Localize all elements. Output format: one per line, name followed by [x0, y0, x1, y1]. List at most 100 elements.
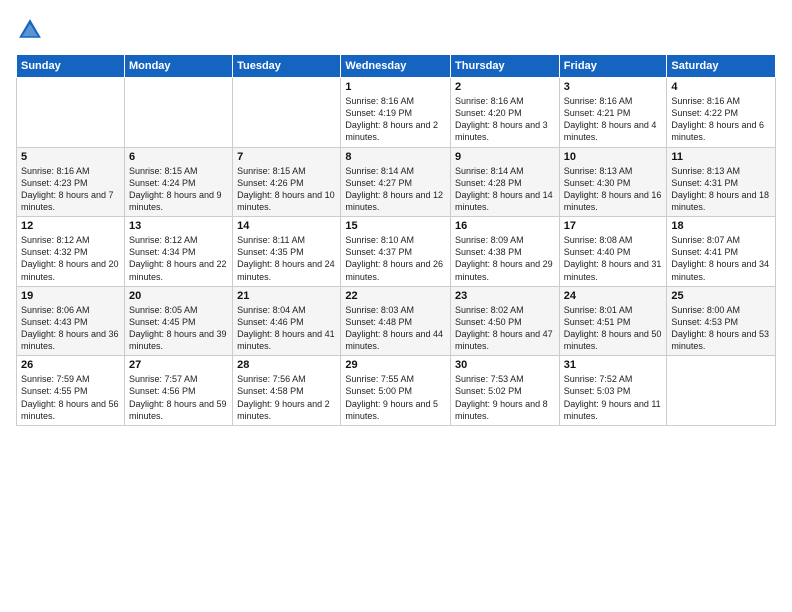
day-number: 31	[564, 359, 663, 371]
calendar-cell: 31 Sunrise: 7:52 AM Sunset: 5:03 PM Dayli…	[559, 356, 667, 426]
day-number: 26	[21, 359, 120, 371]
weekday-header: Saturday	[667, 55, 776, 78]
calendar-cell: 9 Sunrise: 8:14 AM Sunset: 4:28 PM Daylig…	[451, 147, 560, 217]
logo-icon	[16, 16, 44, 44]
day-info: Sunrise: 8:13 AM Sunset: 4:30 PM Dayligh…	[564, 165, 663, 214]
calendar-cell: 15 Sunrise: 8:10 AM Sunset: 4:37 PM Dayli…	[341, 217, 451, 287]
calendar-week-row: 12 Sunrise: 8:12 AM Sunset: 4:32 PM Dayli…	[17, 217, 776, 287]
day-number: 17	[564, 220, 663, 232]
day-number: 12	[21, 220, 120, 232]
calendar-cell: 25 Sunrise: 8:00 AM Sunset: 4:53 PM Dayli…	[667, 286, 776, 356]
day-number: 22	[345, 290, 446, 302]
day-info: Sunrise: 7:53 AM Sunset: 5:02 PM Dayligh…	[455, 373, 555, 422]
calendar-cell: 5 Sunrise: 8:16 AM Sunset: 4:23 PM Daylig…	[17, 147, 125, 217]
calendar-cell: 20 Sunrise: 8:05 AM Sunset: 4:45 PM Dayli…	[124, 286, 232, 356]
day-info: Sunrise: 8:01 AM Sunset: 4:51 PM Dayligh…	[564, 304, 663, 353]
day-info: Sunrise: 8:12 AM Sunset: 4:34 PM Dayligh…	[129, 234, 228, 283]
calendar-cell: 6 Sunrise: 8:15 AM Sunset: 4:24 PM Daylig…	[124, 147, 232, 217]
day-info: Sunrise: 8:16 AM Sunset: 4:21 PM Dayligh…	[564, 95, 663, 144]
day-info: Sunrise: 8:12 AM Sunset: 4:32 PM Dayligh…	[21, 234, 120, 283]
weekday-header: Wednesday	[341, 55, 451, 78]
day-number: 29	[345, 359, 446, 371]
calendar-cell: 8 Sunrise: 8:14 AM Sunset: 4:27 PM Daylig…	[341, 147, 451, 217]
calendar-cell: 14 Sunrise: 8:11 AM Sunset: 4:35 PM Dayli…	[233, 217, 341, 287]
calendar-cell: 29Sunrise: 7:55 AM Sunset: 5:00 PM Dayli…	[341, 356, 451, 426]
page: SundayMondayTuesdayWednesdayThursdayFrid…	[0, 0, 792, 612]
calendar-cell: 24 Sunrise: 8:01 AM Sunset: 4:51 PM Dayli…	[559, 286, 667, 356]
day-number: 15	[345, 220, 446, 232]
calendar-week-row: 26 Sunrise: 7:59 AM Sunset: 4:55 PM Dayli…	[17, 356, 776, 426]
day-info: Sunrise: 8:09 AM Sunset: 4:38 PM Dayligh…	[455, 234, 555, 283]
calendar-cell: 28 Sunrise: 7:56 AM Sunset: 4:58 PM Dayli…	[233, 356, 341, 426]
day-number: 16	[455, 220, 555, 232]
day-info: Sunrise: 8:08 AM Sunset: 4:40 PM Dayligh…	[564, 234, 663, 283]
day-number: 6	[129, 151, 228, 163]
calendar-cell: 3 Sunrise: 8:16 AM Sunset: 4:21 PM Daylig…	[559, 78, 667, 148]
day-number: 5	[21, 151, 120, 163]
day-info: Sunrise: 7:59 AM Sunset: 4:55 PM Dayligh…	[21, 373, 120, 422]
header	[16, 16, 776, 44]
day-number: 25	[671, 290, 771, 302]
weekday-header: Friday	[559, 55, 667, 78]
weekday-header: Tuesday	[233, 55, 341, 78]
weekday-header: Monday	[124, 55, 232, 78]
day-info: Sunrise: 7:52 AM Sunset: 5:03 PM Dayligh…	[564, 373, 663, 422]
day-number: 7	[237, 151, 336, 163]
day-number: 20	[129, 290, 228, 302]
calendar-cell: 21Sunrise: 8:04 AM Sunset: 4:46 PM Dayli…	[233, 286, 341, 356]
calendar-cell: 19Sunrise: 8:06 AM Sunset: 4:43 PM Dayli…	[17, 286, 125, 356]
day-info: Sunrise: 8:07 AM Sunset: 4:41 PM Dayligh…	[671, 234, 771, 283]
calendar-cell: 12 Sunrise: 8:12 AM Sunset: 4:32 PM Dayli…	[17, 217, 125, 287]
day-info: Sunrise: 8:14 AM Sunset: 4:27 PM Dayligh…	[345, 165, 446, 214]
day-number: 14	[237, 220, 336, 232]
calendar-cell: 7 Sunrise: 8:15 AM Sunset: 4:26 PM Daylig…	[233, 147, 341, 217]
calendar-cell: 1Sunrise: 8:16 AM Sunset: 4:19 PM Daylig…	[341, 78, 451, 148]
day-number: 18	[671, 220, 771, 232]
logo	[16, 16, 48, 44]
day-info: Sunrise: 8:16 AM Sunset: 4:20 PM Dayligh…	[455, 95, 555, 144]
calendar-cell: 22 Sunrise: 8:03 AM Sunset: 4:48 PM Dayli…	[341, 286, 451, 356]
calendar-cell	[233, 78, 341, 148]
day-info: Sunrise: 8:10 AM Sunset: 4:37 PM Dayligh…	[345, 234, 446, 283]
day-number: 1	[345, 81, 446, 93]
calendar-cell: 2Sunrise: 8:16 AM Sunset: 4:20 PM Daylig…	[451, 78, 560, 148]
calendar-cell: 30 Sunrise: 7:53 AM Sunset: 5:02 PM Dayli…	[451, 356, 560, 426]
day-info: Sunrise: 8:05 AM Sunset: 4:45 PM Dayligh…	[129, 304, 228, 353]
day-info: Sunrise: 8:13 AM Sunset: 4:31 PM Dayligh…	[671, 165, 771, 214]
calendar-cell: 10Sunrise: 8:13 AM Sunset: 4:30 PM Dayli…	[559, 147, 667, 217]
day-info: Sunrise: 8:15 AM Sunset: 4:26 PM Dayligh…	[237, 165, 336, 214]
day-number: 30	[455, 359, 555, 371]
day-info: Sunrise: 8:03 AM Sunset: 4:48 PM Dayligh…	[345, 304, 446, 353]
calendar-body: 1Sunrise: 8:16 AM Sunset: 4:19 PM Daylig…	[17, 78, 776, 426]
calendar-week-row: 19Sunrise: 8:06 AM Sunset: 4:43 PM Dayli…	[17, 286, 776, 356]
day-info: Sunrise: 8:14 AM Sunset: 4:28 PM Dayligh…	[455, 165, 555, 214]
day-number: 8	[345, 151, 446, 163]
day-number: 4	[671, 81, 771, 93]
calendar-cell: 11 Sunrise: 8:13 AM Sunset: 4:31 PM Dayli…	[667, 147, 776, 217]
day-number: 9	[455, 151, 555, 163]
day-info: Sunrise: 7:56 AM Sunset: 4:58 PM Dayligh…	[237, 373, 336, 422]
calendar-cell	[124, 78, 232, 148]
day-number: 3	[564, 81, 663, 93]
day-info: Sunrise: 8:00 AM Sunset: 4:53 PM Dayligh…	[671, 304, 771, 353]
day-info: Sunrise: 8:11 AM Sunset: 4:35 PM Dayligh…	[237, 234, 336, 283]
day-info: Sunrise: 8:16 AM Sunset: 4:22 PM Dayligh…	[671, 95, 771, 144]
calendar-cell: 26 Sunrise: 7:59 AM Sunset: 4:55 PM Dayli…	[17, 356, 125, 426]
calendar-week-row: 1Sunrise: 8:16 AM Sunset: 4:19 PM Daylig…	[17, 78, 776, 148]
day-number: 11	[671, 151, 771, 163]
calendar-cell: 17 Sunrise: 8:08 AM Sunset: 4:40 PM Dayli…	[559, 217, 667, 287]
day-info: Sunrise: 8:16 AM Sunset: 4:23 PM Dayligh…	[21, 165, 120, 214]
weekday-row: SundayMondayTuesdayWednesdayThursdayFrid…	[17, 55, 776, 78]
weekday-header: Thursday	[451, 55, 560, 78]
day-info: Sunrise: 8:02 AM Sunset: 4:50 PM Dayligh…	[455, 304, 555, 353]
calendar-cell: 23Sunrise: 8:02 AM Sunset: 4:50 PM Dayli…	[451, 286, 560, 356]
day-number: 24	[564, 290, 663, 302]
day-number: 28	[237, 359, 336, 371]
day-info: Sunrise: 8:15 AM Sunset: 4:24 PM Dayligh…	[129, 165, 228, 214]
calendar-cell: 27Sunrise: 7:57 AM Sunset: 4:56 PM Dayli…	[124, 356, 232, 426]
day-number: 13	[129, 220, 228, 232]
calendar-cell: 4 Sunrise: 8:16 AM Sunset: 4:22 PM Daylig…	[667, 78, 776, 148]
calendar-cell: 13 Sunrise: 8:12 AM Sunset: 4:34 PM Dayli…	[124, 217, 232, 287]
weekday-header: Sunday	[17, 55, 125, 78]
calendar-cell: 16 Sunrise: 8:09 AM Sunset: 4:38 PM Dayli…	[451, 217, 560, 287]
